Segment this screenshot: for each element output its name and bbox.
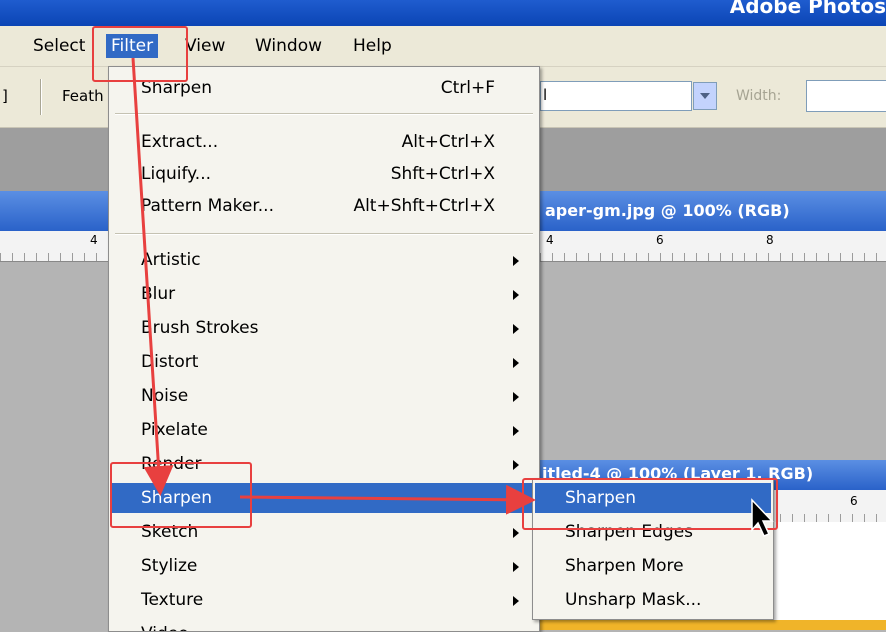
- annotation-arrow-down: [131, 57, 174, 496]
- annotation-arrows: [131, 57, 774, 537]
- mouse-cursor-icon: [751, 498, 774, 537]
- annotation-arrow-right: [239, 484, 536, 515]
